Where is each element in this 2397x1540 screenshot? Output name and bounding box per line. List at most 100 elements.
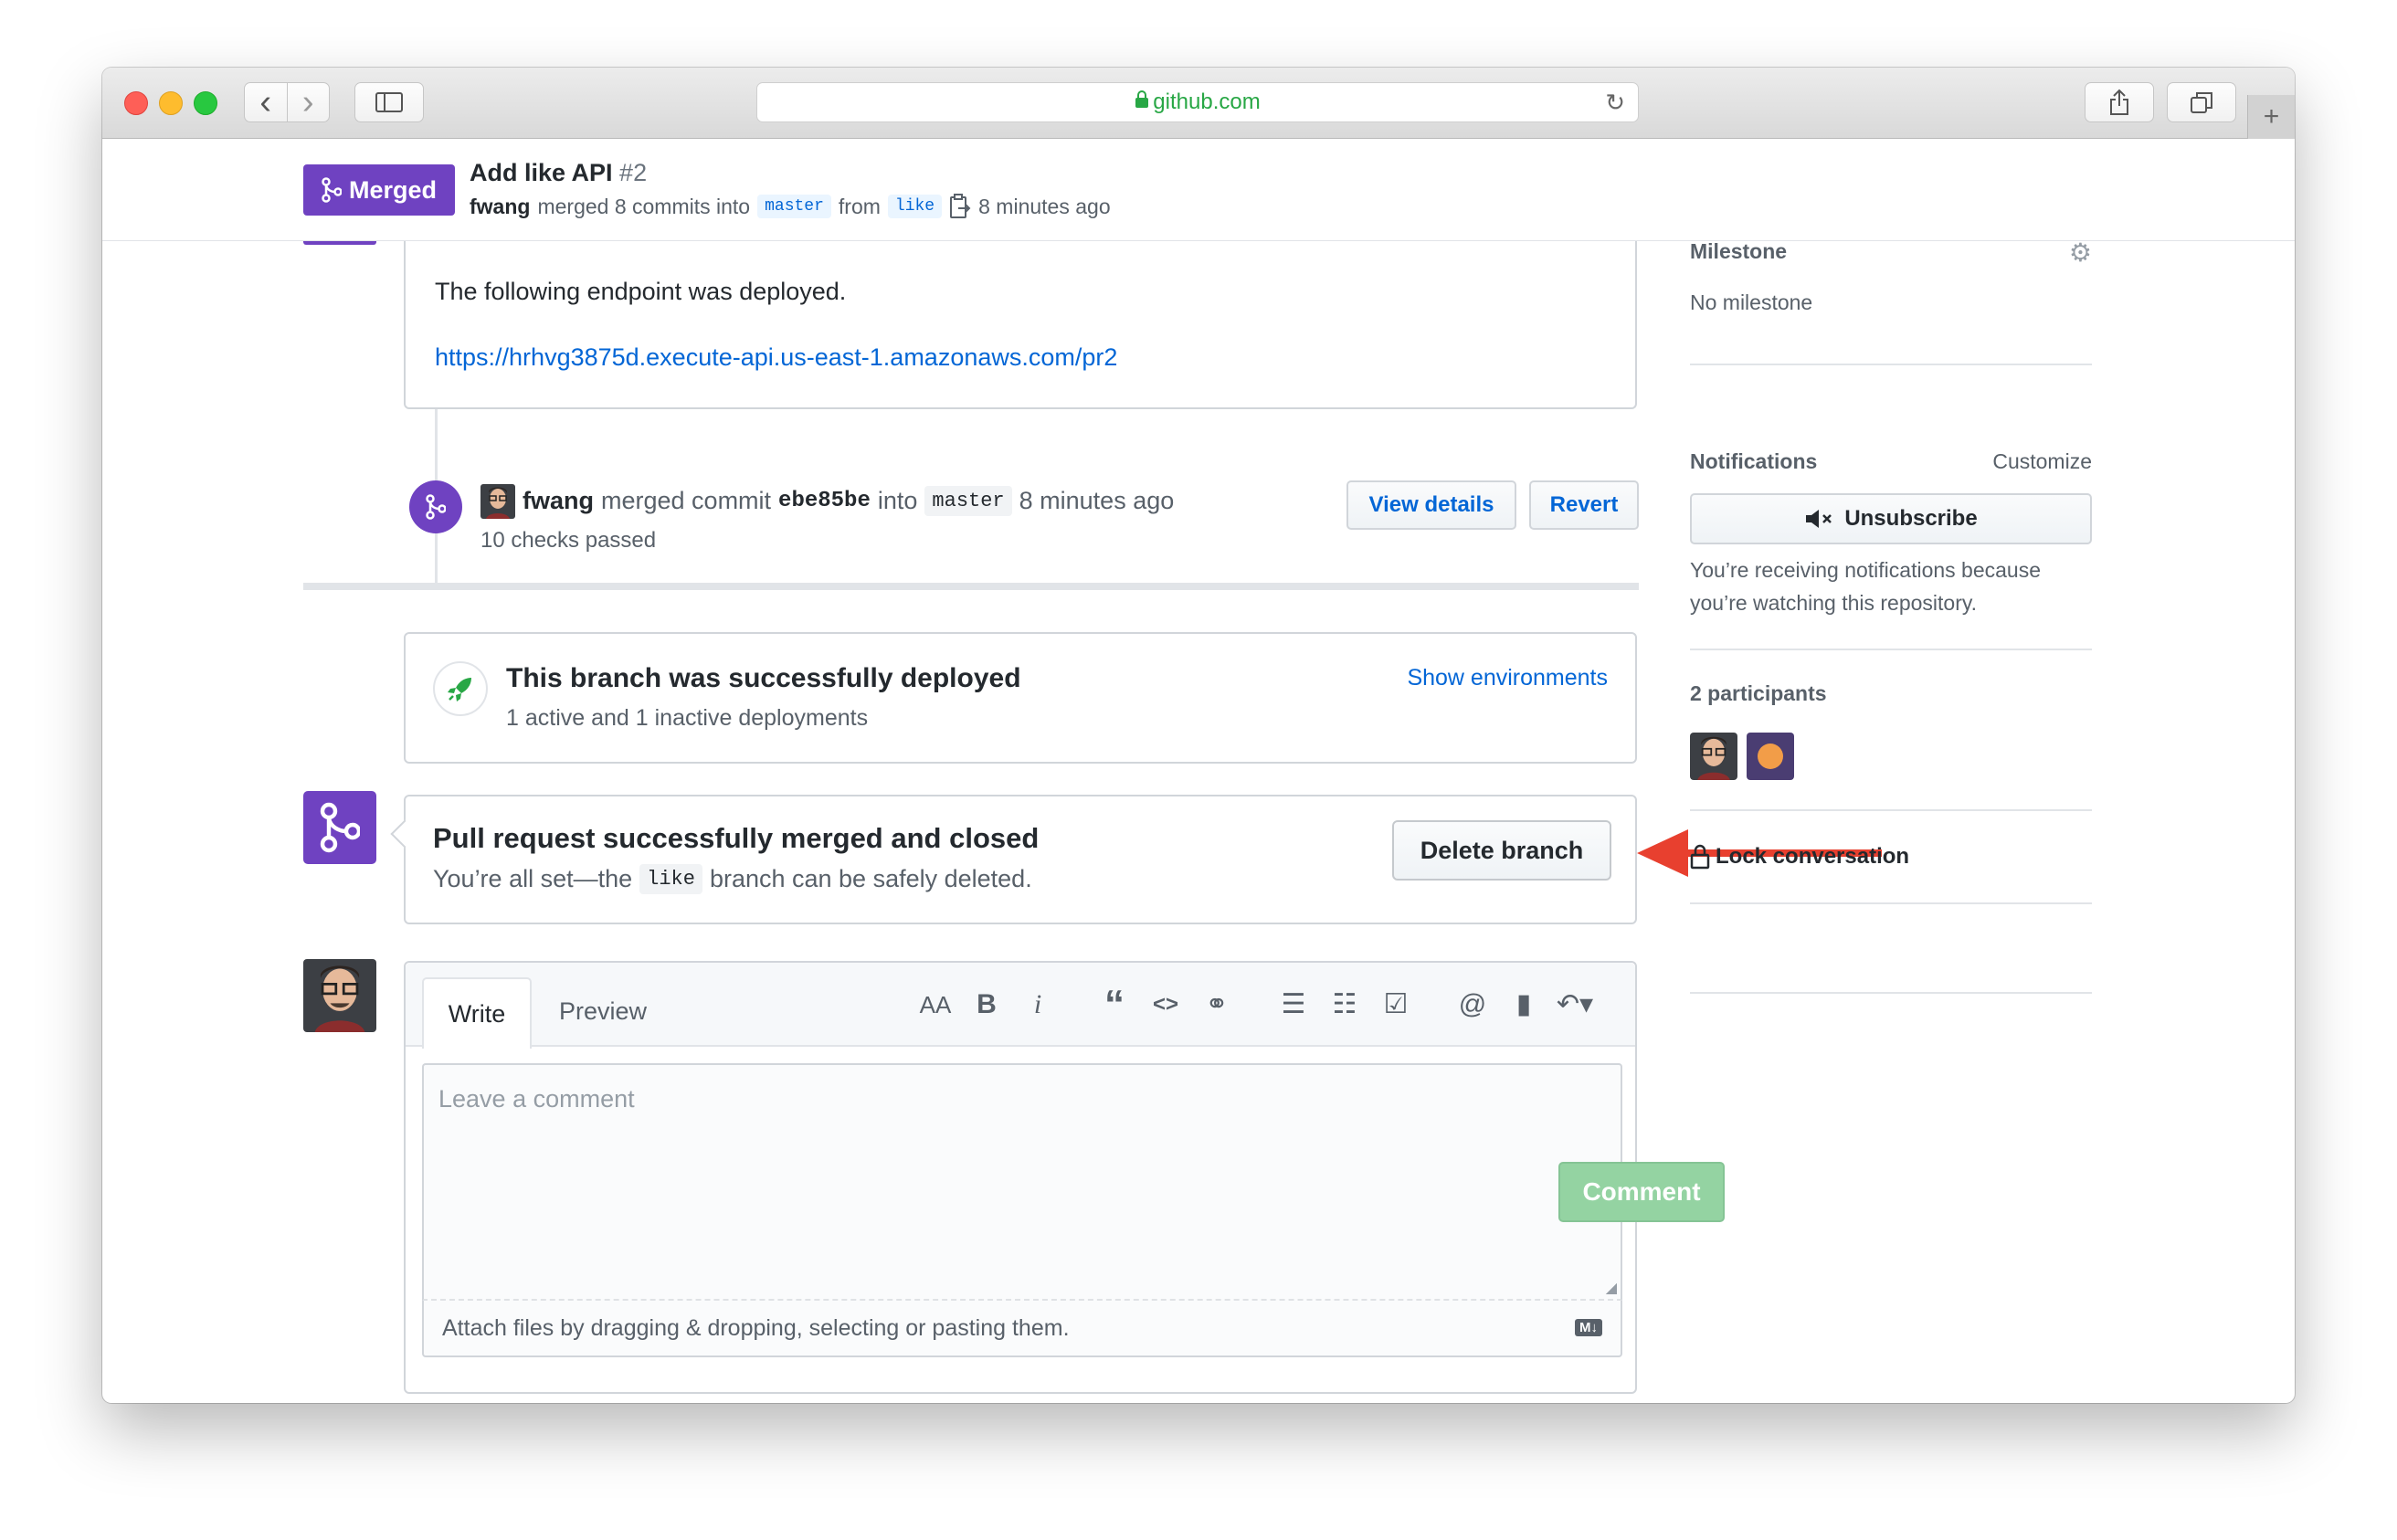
address-bar[interactable]: github.com ↻ [756, 82, 1639, 122]
event-branch-tag[interactable]: master [924, 486, 1012, 516]
lock-conversation-label: Lock conversation [1716, 844, 1910, 869]
reload-icon[interactable]: ↻ [1605, 89, 1625, 117]
participant-avatar[interactable] [1747, 733, 1794, 780]
pr-number: #2 [619, 159, 648, 186]
sidebar-toggle-button[interactable] [354, 82, 424, 122]
unsubscribe-label: Unsubscribe [1844, 506, 1978, 531]
pr-state-label: Merged [348, 175, 438, 204]
commit-sha-link[interactable]: ebe85be [778, 489, 871, 513]
close-window-button[interactable] [124, 91, 148, 115]
merged-branch-tag: like [639, 864, 702, 894]
deployment-subtitle: 1 active and 1 inactive deployments [506, 705, 869, 731]
tab-preview[interactable]: Preview [559, 997, 647, 1026]
view-details-button[interactable]: View details [1346, 480, 1516, 530]
chevron-right-icon: › [301, 83, 314, 121]
pr-from-text: from [838, 194, 881, 218]
lock-icon [1690, 844, 1710, 870]
forward-button[interactable]: › [286, 83, 330, 121]
back-button[interactable]: ‹ [245, 83, 287, 121]
copy-clipboard-icon[interactable] [949, 194, 971, 219]
head-branch-tag[interactable]: like [887, 195, 943, 218]
milestone-value: No milestone [1690, 290, 1813, 314]
pr-content: The following endpoint was deployed. htt… [102, 236, 2295, 1403]
link-icon[interactable]: ⚭ [1191, 985, 1242, 1025]
merged-sub-after: branch can be safely deleted. [709, 865, 1032, 892]
event-action: merged commit [601, 487, 772, 514]
markdown-icon[interactable]: M↓ [1575, 1319, 1602, 1336]
quote-icon[interactable]: “ [1089, 985, 1140, 1025]
pr-author[interactable]: fwang [470, 195, 530, 219]
browser-toolbar: ‹ › github.com ↻ + [102, 68, 2295, 139]
user-avatar-icon [303, 959, 376, 1032]
checks-status: 10 checks passed [480, 528, 657, 553]
deployment-title: This branch was successfully deployed [506, 663, 1021, 693]
markdown-toolbar: AA B i “ <> ⚭ ☰ ☷ ☑ @ ▮ ↶▾ [910, 985, 1600, 1025]
browser-window: ‹ › github.com ↻ + Merged Add like API #… [102, 68, 2295, 1403]
show-tabs-button[interactable] [2167, 82, 2236, 122]
avatar[interactable] [303, 959, 376, 1032]
task-list-icon[interactable]: ☑ [1370, 985, 1421, 1025]
lock-conversation-link[interactable]: Lock conversation [1690, 844, 1909, 870]
bold-icon[interactable]: B [961, 985, 1012, 1025]
notification-reason: You’re receiving notifications because y… [1690, 558, 2042, 615]
attach-files-bar[interactable]: Attach files by dragging & dropping, sel… [422, 1301, 1622, 1357]
git-merge-icon [426, 494, 446, 520]
minimize-window-button[interactable] [159, 91, 183, 115]
comment-submit-button[interactable]: Comment [1558, 1162, 1725, 1222]
timeline-divider [303, 583, 1639, 590]
notifications-title: Notifications [1690, 449, 1818, 473]
ordered-list-icon[interactable]: ☷ [1319, 985, 1370, 1025]
attach-hint: Attach files by dragging & dropping, sel… [442, 1315, 1070, 1341]
base-branch-tag[interactable]: master [757, 195, 831, 218]
gear-icon[interactable]: ⚙ [2069, 237, 2092, 268]
deployment-status-box: This branch was successfully deployed 1 … [404, 632, 1637, 764]
tab-write[interactable]: Write [422, 977, 532, 1049]
chevron-left-icon: ‹ [259, 83, 272, 121]
zoom-window-button[interactable] [194, 91, 217, 115]
milestone-title: Milestone [1690, 239, 1788, 263]
italic-icon[interactable]: i [1012, 985, 1063, 1025]
bot-avatar-icon [1758, 744, 1783, 769]
comment-editor: Write Preview AA B i “ <> ⚭ ☰ ☷ ☑ @ ▮ ↶▾… [404, 961, 1637, 1394]
lock-icon [1135, 90, 1149, 114]
user-avatar-icon [1690, 733, 1737, 780]
share-icon [2110, 89, 2128, 115]
merged-sub-before: You’re all set—the [433, 865, 633, 892]
comment-text: The following endpoint was deployed. [435, 278, 847, 305]
event-author[interactable]: fwang [523, 487, 594, 515]
mute-icon [1806, 510, 1832, 528]
pr-time: 8 minutes ago [978, 194, 1111, 218]
sidebar-divider [1690, 364, 2092, 365]
tabs-overview-icon [2191, 92, 2212, 113]
comment-input[interactable]: Leave a comment ◢ [422, 1063, 1622, 1301]
avatar[interactable] [480, 484, 515, 519]
participants-title: 2 participants [1690, 681, 1827, 705]
customize-link[interactable]: Customize [1992, 449, 2092, 474]
sidebar-divider [1690, 992, 2092, 994]
share-button[interactable] [2085, 82, 2154, 122]
unsubscribe-button[interactable]: Unsubscribe [1690, 493, 2092, 544]
sidebar-icon [375, 92, 403, 112]
heading-icon[interactable]: AA [910, 985, 961, 1025]
mention-icon[interactable]: @ [1447, 985, 1498, 1025]
resize-handle-icon[interactable]: ◢ [1606, 1279, 1617, 1297]
participant-avatar[interactable] [1690, 733, 1737, 780]
pr-title-text: Add like API [470, 159, 613, 186]
bookmark-icon[interactable]: ▮ [1498, 985, 1549, 1025]
reply-icon[interactable]: ↶▾ [1549, 985, 1600, 1025]
new-tab-button[interactable]: + [2247, 95, 2295, 139]
show-environments-link[interactable]: Show environments [1407, 665, 1608, 691]
merged-title: Pull request successfully merged and clo… [433, 822, 1040, 854]
pr-state-badge: Merged [303, 164, 455, 216]
merged-status-icon [303, 791, 376, 864]
merge-event-badge [409, 480, 462, 533]
endpoint-link[interactable]: https://hrhvg3875d.execute-api.us-east-1… [435, 343, 1117, 372]
url-domain: github.com [1153, 90, 1261, 114]
revert-button[interactable]: Revert [1529, 480, 1639, 530]
event-time: 8 minutes ago [1019, 487, 1175, 514]
code-icon[interactable]: <> [1140, 985, 1191, 1025]
unordered-list-icon[interactable]: ☰ [1268, 985, 1319, 1025]
git-merge-icon [320, 802, 360, 853]
delete-branch-button[interactable]: Delete branch [1392, 820, 1611, 881]
sidebar-divider [1690, 902, 2092, 904]
